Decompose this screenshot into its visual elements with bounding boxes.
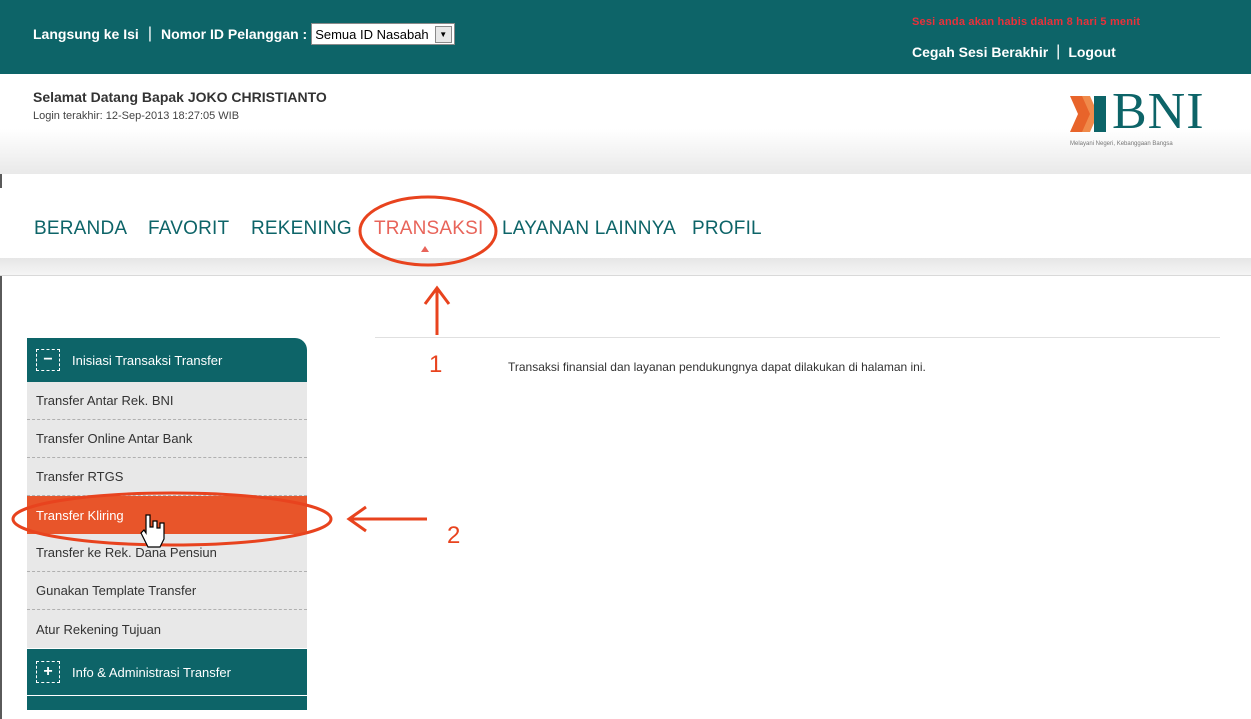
sidebar-section-transfer-initiation[interactable]: − Inisiasi Transaksi Transfer — [27, 338, 307, 382]
nav-item-layanan-lainnya[interactable]: LAYANAN LAINNYA — [502, 218, 676, 240]
divider — [0, 275, 1251, 276]
sidebar-section-transfer-info[interactable]: + Info & Administrasi Transfer — [27, 649, 307, 695]
dropdown-arrow-icon[interactable]: ▼ — [434, 25, 452, 43]
sidebar-section-title: Info & Administrasi Transfer — [72, 664, 231, 680]
nav-item-beranda[interactable]: BERANDA — [34, 218, 127, 240]
content-divider — [375, 337, 1220, 338]
nav-item-favorit[interactable]: FAVORIT — [148, 218, 229, 240]
customer-id-select[interactable]: Semua ID Nasabah ▼ — [311, 23, 455, 45]
customer-id-value: Semua ID Nasabah — [315, 26, 429, 42]
separator: | — [147, 25, 152, 42]
welcome-area: Selamat Datang Bapak JOKO CHRISTIANTO Lo… — [0, 74, 1251, 174]
customer-id-label: Nomor ID Pelanggan : — [160, 26, 308, 42]
page: Langsung ke Isi | Nomor ID Pelanggan : S… — [0, 0, 1251, 719]
main-nav: BERANDA FAVORIT REKENING TRANSAKSI LAYAN… — [0, 188, 1251, 258]
active-nav-caret-icon — [421, 246, 429, 252]
sidebar-item-atur-rekening-tujuan[interactable]: Atur Rekening Tujuan — [27, 610, 307, 648]
nav-item-rekening[interactable]: REKENING — [251, 218, 352, 240]
expand-icon[interactable]: + — [36, 661, 60, 683]
logout-link[interactable]: Logout — [1068, 44, 1115, 60]
nav-item-profil[interactable]: PROFIL — [692, 218, 762, 240]
sidebar-item-transfer-online-antar-bank[interactable]: Transfer Online Antar Bank — [27, 420, 307, 458]
separator: | — [1056, 43, 1061, 60]
annotation-arrowhead-left-icon — [346, 505, 367, 533]
bni-logo-text: BNI — [1112, 83, 1205, 140]
session-warning: Sesi anda akan habis dalam 8 hari 5 meni… — [912, 16, 1141, 28]
bni-logo: BNI Melayani Negeri, Kebanggaan Bangsa — [1068, 83, 1228, 158]
skip-to-content-link[interactable]: Langsung ke Isi — [33, 26, 139, 42]
nav-item-transaksi[interactable]: TRANSAKSI — [374, 218, 484, 240]
nav-band — [0, 258, 1251, 276]
bni-logo-tagline: Melayani Negeri, Kebanggaan Bangsa — [1070, 141, 1173, 147]
top-bar: Langsung ke Isi | Nomor ID Pelanggan : S… — [0, 0, 1251, 74]
sidebar-section-next[interactable] — [27, 695, 307, 710]
sidebar-item-gunakan-template-transfer[interactable]: Gunakan Template Transfer — [27, 572, 307, 610]
sidebar-item-transfer-antar-rek-bni[interactable]: Transfer Antar Rek. BNI — [27, 382, 307, 420]
last-login-text: Login terakhir: 12-Sep-2013 18:27:05 WIB — [33, 110, 240, 122]
sidebar-item-transfer-dana-pensiun[interactable]: Transfer ke Rek. Dana Pensiun — [27, 534, 307, 572]
collapse-icon[interactable]: − — [36, 349, 60, 371]
top-bar-left: Langsung ke Isi | Nomor ID Pelanggan : S… — [33, 23, 455, 45]
prevent-session-end-link[interactable]: Cegah Sesi Berakhir — [912, 44, 1048, 60]
sidebar-item-transfer-rtgs[interactable]: Transfer RTGS — [27, 458, 307, 496]
annotation-arrowhead-up-icon — [423, 285, 451, 305]
sidebar-item-transfer-kliring[interactable]: Transfer Kliring — [27, 496, 307, 534]
page-description: Transaksi finansial dan layanan pendukun… — [508, 360, 926, 374]
greeting-text: Selamat Datang Bapak JOKO CHRISTIANTO — [33, 89, 327, 105]
annotation-step-2: 2 — [447, 522, 461, 549]
sidebar: − Inisiasi Transaksi Transfer Transfer A… — [27, 338, 307, 710]
top-bar-right: Cegah Sesi Berakhir | Logout — [912, 43, 1116, 61]
bni-logo-mark-icon — [1070, 96, 1106, 132]
sidebar-item-label: Transfer Kliring — [36, 507, 124, 523]
sidebar-section-title: Inisiasi Transaksi Transfer — [72, 352, 223, 368]
annotation-step-1: 1 — [429, 351, 443, 378]
